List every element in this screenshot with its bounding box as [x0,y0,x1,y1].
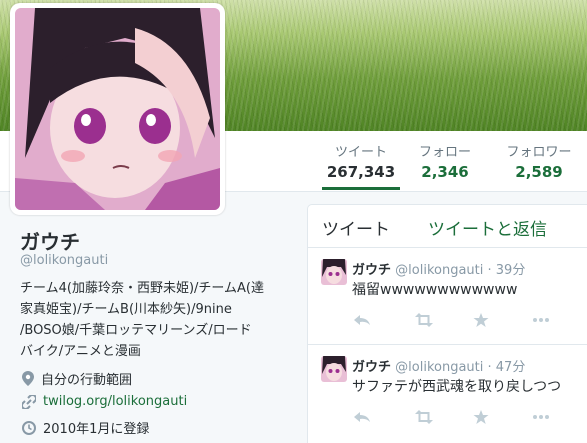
profile-avatar[interactable] [10,3,225,215]
tweet[interactable]: ガウチ @lolikongauti · 47分 サファテが西武魂を取り戻しつつ [308,345,587,443]
stat-tweets-label: ツイート [334,145,387,160]
tweet-avatar[interactable] [321,259,347,285]
tweet-avatar-image [321,356,347,382]
stat-tweets[interactable]: ツイート 267,343 [322,141,400,190]
url-link[interactable]: twilog.org/lolikongauti [43,394,187,409]
stat-following-value: 2,346 [421,163,469,181]
retweet-icon[interactable] [412,312,472,328]
retweet-icon[interactable] [412,409,472,425]
bio-line: チーム4(加藤玲奈・西野未姫)/チームA(達 [20,281,264,296]
location-pin-icon [22,371,34,386]
stat-followers[interactable]: フォロワー 2,589 [498,141,580,181]
profile-url[interactable]: twilog.org/lolikongauti [22,394,187,409]
joined-text: 2010年1月に登録 [43,422,150,437]
timeline: ツイート ツイートと返信 ガウチ @lolikongauti · 39分 福留w… [307,204,587,443]
profile-joined: 2010年1月に登録 [22,418,149,437]
tweet-text: サファテが西武魂を取り戻しつつ [352,379,562,395]
tweet-time[interactable]: · 47分 [488,360,526,375]
reply-icon[interactable] [352,312,412,328]
profile-bio: チーム4(加藤玲奈・西野未姫)/チームA(達 家真姫宝)/チームB(川本紗矢)/… [20,278,300,362]
stat-followers-value: 2,589 [515,163,563,181]
stat-following-label: フォロー [418,145,471,160]
link-icon [22,394,36,409]
tweet-actions [352,312,587,328]
tweet[interactable]: ガウチ @lolikongauti · 39分 福留wwwwwwwwwwww [308,248,587,345]
tweet-author-handle[interactable]: @lolikongauti [395,360,483,375]
stat-tweets-value: 267,343 [326,163,396,181]
bio-line: /BOSO娘/千葉ロッテマリーンズ/ロード [20,323,252,338]
tweet-actions [352,409,587,425]
location-text: 自分の行動範囲 [41,373,133,388]
tab-tweets-and-replies[interactable]: ツイートと返信 [428,215,547,240]
tweet-author-handle[interactable]: @lolikongauti [395,263,483,278]
tweet-author-name[interactable]: ガウチ [352,360,391,375]
tweet-header: ガウチ @lolikongauti · 47分 [352,356,525,375]
more-dots-icon[interactable] [532,312,587,328]
more-dots-icon[interactable] [532,409,587,425]
favorite-star-icon[interactable] [472,409,532,425]
reply-icon[interactable] [352,409,412,425]
tweet-time[interactable]: · 39分 [488,263,526,278]
tweet-avatar[interactable] [321,356,347,382]
stat-following[interactable]: フォロー 2,346 [410,141,480,181]
bio-line: バイク/アニメと漫画 [20,344,141,359]
profile-location: 自分の行動範囲 [22,369,132,388]
profile-name[interactable]: ガウチ [20,226,80,255]
tweet-text: 福留wwwwwwwwwwww [352,282,518,298]
tweet-avatar-image [321,259,347,285]
tweet-author-name[interactable]: ガウチ [352,263,391,278]
tab-tweets[interactable]: ツイート [322,215,390,240]
timeline-tabs: ツイート ツイートと返信 [308,205,587,248]
stat-followers-label: フォロワー [506,145,572,160]
avatar-image [15,8,220,210]
profile-handle[interactable]: @lolikongauti [20,253,108,268]
clock-icon [22,420,36,435]
bio-line: 家真姫宝)/チームB(川本紗矢)/9nine [20,302,232,317]
favorite-star-icon[interactable] [472,312,532,328]
tweet-header: ガウチ @lolikongauti · 39分 [352,259,525,278]
